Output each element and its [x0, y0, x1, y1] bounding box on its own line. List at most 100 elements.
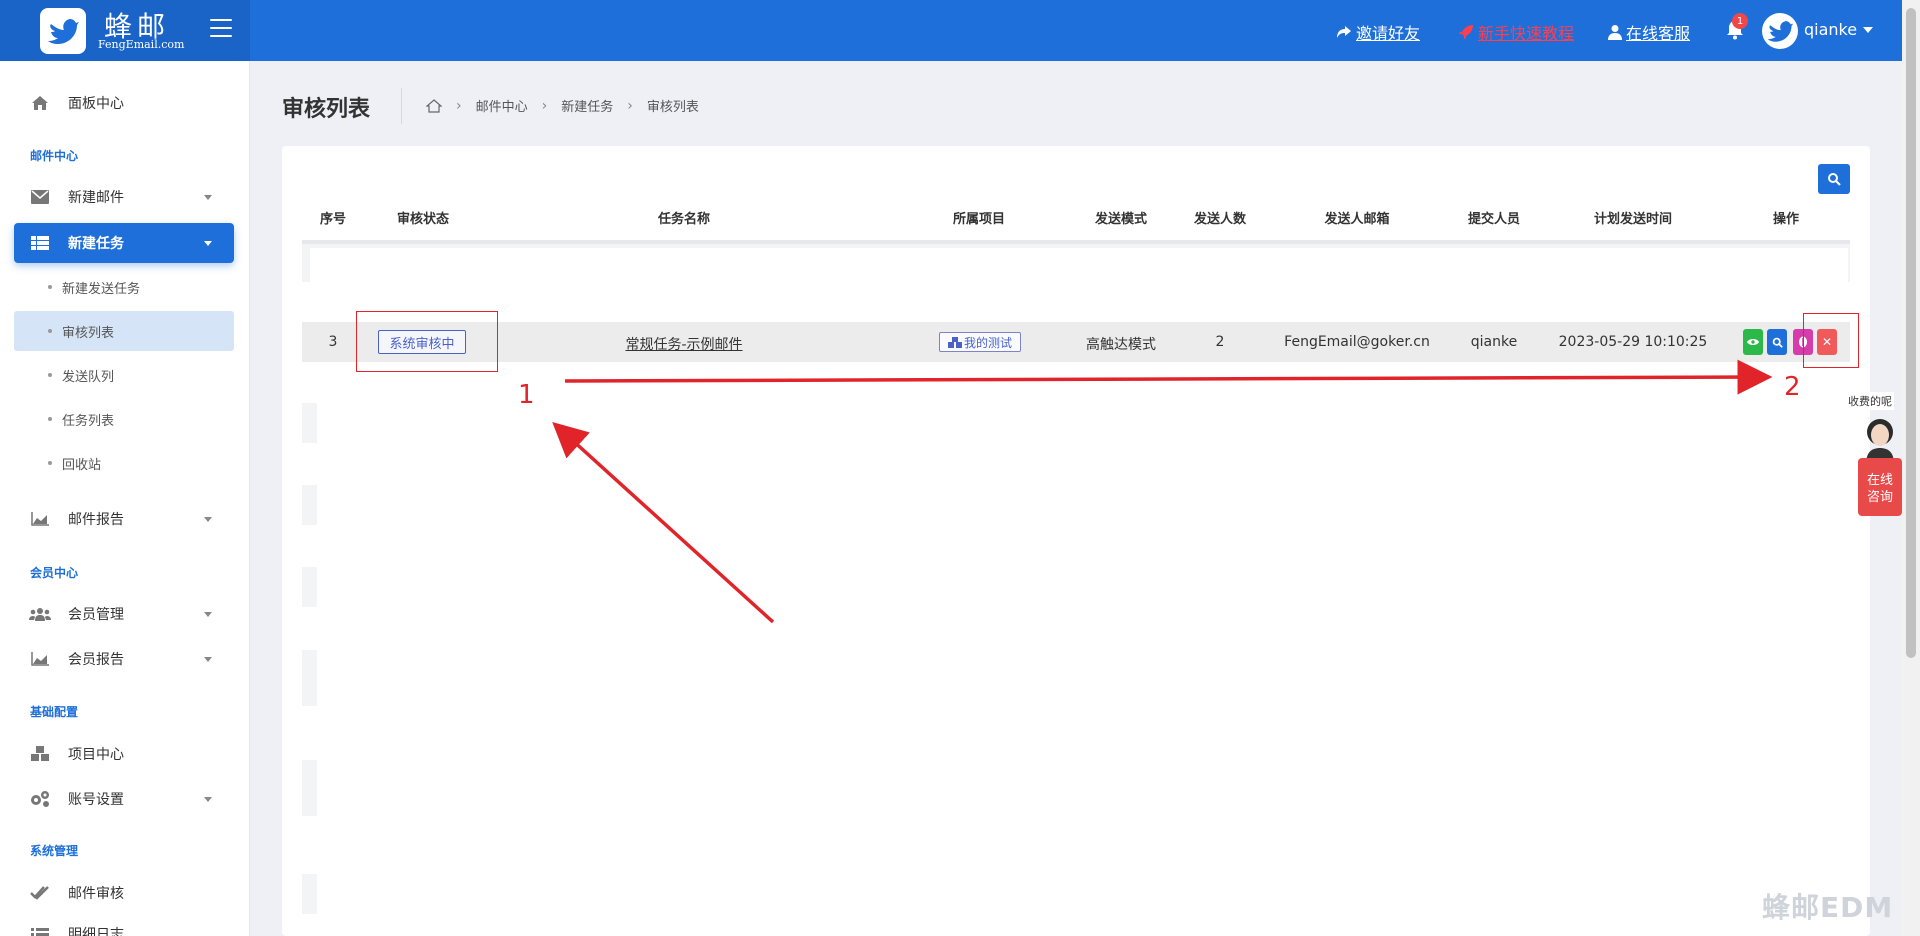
recipient-count: 2: [1215, 334, 1225, 350]
bird-logo-icon: [40, 8, 86, 54]
rocket-icon: [1459, 25, 1473, 39]
avatar[interactable]: [1762, 13, 1798, 49]
sidebar-item-mail-report[interactable]: 邮件报告: [14, 499, 234, 539]
sidebar-item-label: 回收站: [62, 457, 102, 473]
table-stripe-inner: [317, 650, 1850, 706]
online-service-link[interactable]: 在线客服: [1608, 20, 1690, 44]
sidebar-item-label: 新建任务: [68, 236, 124, 252]
consult-label: 在线 咨询: [1866, 473, 1893, 505]
column-header: 任务名称: [657, 212, 711, 227]
table-icon: [28, 236, 52, 250]
table-stripe-inner: [317, 760, 1850, 816]
gears-icon: [28, 790, 52, 808]
caret-down-icon: [204, 195, 212, 200]
chevron-down-icon: [1863, 26, 1874, 33]
sidebar-item-label: 邮件报告: [68, 512, 124, 528]
quick-tutorial-link[interactable]: 新手快速教程: [1458, 20, 1574, 44]
sidebar-item-account-settings[interactable]: 账号设置: [14, 779, 234, 819]
sidebar-subitem-new-send-task[interactable]: 新建发送任务: [14, 267, 234, 307]
sidebar-subitem-task-list[interactable]: 任务列表: [14, 399, 234, 439]
caret-down-icon: [204, 657, 212, 662]
project-name: 我的测试: [963, 335, 1012, 350]
column-header: 发送模式: [1094, 212, 1148, 227]
sidebar-item-label: 会员报告: [68, 652, 124, 668]
sidebar-item-mail-review[interactable]: 邮件审核: [14, 873, 234, 913]
sidebar-item-label: 审核列表: [62, 325, 115, 341]
view-button[interactable]: [1743, 329, 1763, 355]
column-header: 提交人员: [1467, 212, 1521, 227]
column-header: 所属项目: [952, 212, 1006, 227]
consult-note: 收费的呢: [1846, 392, 1894, 410]
caret-down-icon: [204, 517, 212, 522]
user-menu[interactable]: qianke: [1804, 20, 1874, 39]
online-service-label: 在线客服: [1626, 24, 1691, 43]
sidebar-item-member-report[interactable]: 会员报告: [14, 639, 234, 679]
breadcrumb-item[interactable]: 新建任务: [561, 96, 613, 115]
chevron-right-icon: ›: [456, 97, 462, 114]
agent-avatar-icon[interactable]: [1858, 412, 1902, 464]
task-name-link[interactable]: 常规任务-示例邮件: [625, 334, 742, 354]
cubes-icon: [28, 746, 52, 762]
home-icon: [28, 95, 52, 111]
search-button[interactable]: [1818, 164, 1850, 194]
envelope-icon: [28, 190, 52, 204]
share-icon: [1337, 26, 1351, 38]
table-stripe-inner: [317, 485, 1850, 525]
invite-friends-link[interactable]: 邀请好友: [1336, 20, 1420, 44]
caret-down-icon: [204, 797, 212, 802]
table-stripe-inner: [317, 567, 1850, 607]
highlight-box-status: [356, 311, 498, 372]
sidebar-item-new-task[interactable]: 新建任务: [14, 223, 234, 263]
table-stripe-inner: [317, 874, 1850, 914]
annotation-number-1: 1: [518, 380, 535, 410]
invite-friends-label: 邀请好友: [1356, 24, 1421, 43]
menu-toggle-icon[interactable]: [210, 19, 232, 37]
sidebar-item-label: 面板中心: [68, 96, 124, 112]
sidebar-subitem-send-queue[interactable]: 发送队列: [14, 355, 234, 395]
sidebar-item-member-manage[interactable]: 会员管理: [14, 594, 234, 634]
top-bar: 蜂邮 FengEmail.com 邀请好友 新手快速教程 在线客服 1 qian…: [0, 0, 1902, 61]
user-icon: [1608, 25, 1622, 40]
home-icon[interactable]: [426, 98, 442, 113]
eye-icon: [1747, 339, 1759, 345]
sidebar-item-dashboard[interactable]: 面板中心: [14, 83, 234, 123]
chevron-right-icon: ›: [541, 97, 548, 114]
section-mail-center: 邮件中心: [30, 149, 79, 163]
watermark: 蜂邮EDM: [1762, 891, 1894, 924]
column-header: 发送人数: [1193, 212, 1247, 227]
detail-search-button[interactable]: [1767, 329, 1787, 355]
cubes-icon: [947, 336, 962, 348]
column-header: 序号: [319, 212, 347, 227]
sidebar-item-detail-log[interactable]: 明细日志: [14, 914, 234, 936]
column-header: 计划发送时间: [1593, 212, 1673, 227]
sidebar: 面板中心 邮件中心 新建邮件 新建任务 新建发送任务 审核列表 发送队列 任务列…: [0, 61, 250, 936]
project-badge[interactable]: 我的测试: [939, 332, 1021, 352]
table-row[interactable]: 3 常规任务-示例邮件 高触达模式 2 FengEmail@goker.cn q…: [302, 322, 1850, 362]
online-consult-button[interactable]: 在线 咨询: [1858, 458, 1902, 516]
annotation-number-2: 2: [1784, 372, 1801, 402]
caret-down-icon: [204, 241, 212, 246]
breadcrumb-item[interactable]: 邮件中心: [476, 96, 528, 115]
column-header: 操作: [1772, 212, 1800, 227]
search-icon: [1828, 173, 1841, 186]
sidebar-subitem-recycle-bin[interactable]: 回收站: [14, 443, 234, 483]
table-stripe-inner: [317, 403, 1850, 443]
scheduled-time: 2023-05-29 10:10:25: [1558, 334, 1708, 350]
section-member-center: 会员中心: [30, 566, 79, 580]
highlight-box-delete: [1803, 313, 1859, 368]
area-chart-icon: [28, 512, 52, 526]
sidebar-subitem-review-list[interactable]: 审核列表: [14, 311, 234, 351]
sidebar-item-project-center[interactable]: 项目中心: [14, 734, 234, 774]
title-divider: [401, 88, 402, 124]
sidebar-item-label: 项目中心: [68, 747, 124, 763]
sidebar-item-label: 新建发送任务: [62, 281, 141, 297]
table-header: 序号 审核状态 任务名称 所属项目 发送模式 发送人数 发送人邮箱 提交人员 计…: [302, 208, 1850, 238]
double-check-icon: [28, 885, 52, 901]
brand-domain: FengEmail.com: [98, 38, 185, 51]
scrollbar-thumb[interactable]: [1906, 8, 1916, 658]
table-stripe-inner: [310, 248, 1848, 282]
users-icon: [28, 607, 52, 621]
submitter: qianke: [1470, 334, 1518, 350]
sidebar-item-new-mail[interactable]: 新建邮件: [14, 177, 234, 217]
quick-tutorial-label: 新手快速教程: [1478, 24, 1575, 43]
